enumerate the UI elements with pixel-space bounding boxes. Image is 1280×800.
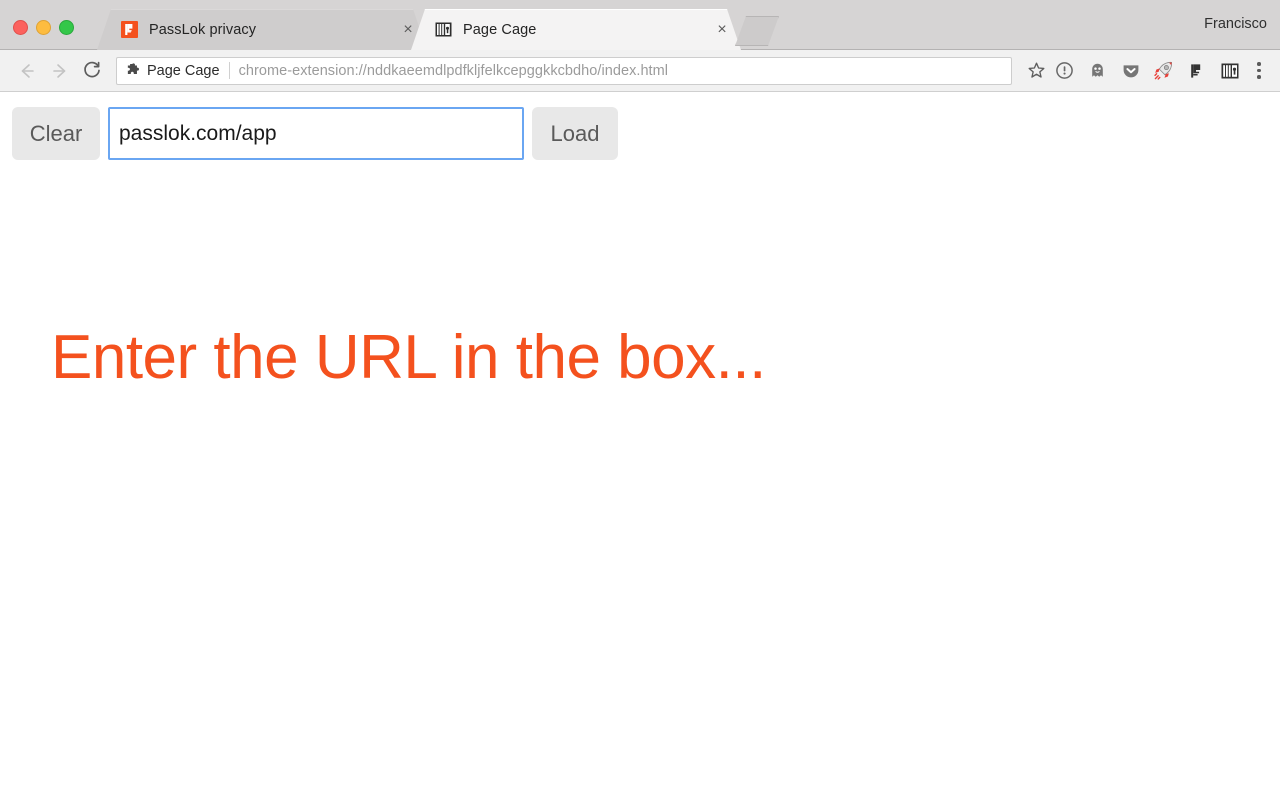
url-controls: Clear Load <box>12 107 618 160</box>
rocket-icon <box>1154 61 1173 80</box>
new-tab-button[interactable] <box>735 16 779 46</box>
info-circle-icon <box>1056 62 1073 79</box>
menu-dot <box>1257 62 1261 66</box>
ghost-icon <box>1092 63 1103 77</box>
tab-close-button[interactable]: × <box>713 21 731 39</box>
menu-dot <box>1257 75 1261 79</box>
pocket-button[interactable] <box>1114 54 1147 87</box>
page-content: Clear Load Enter the URL in the box... <box>0 92 1280 799</box>
tab-close-button[interactable]: × <box>399 21 417 39</box>
tab-passlok-privacy[interactable]: PassLok privacy × <box>97 9 427 50</box>
tab-page-cage[interactable]: Page Cage × <box>411 9 741 50</box>
bookmark-button[interactable] <box>1024 59 1048 83</box>
tab-strip: PassLok privacy × Page Cage × Francisco <box>0 0 1280 50</box>
passlok-p-icon <box>1191 63 1201 78</box>
pocket-icon <box>1123 64 1138 77</box>
close-window-button[interactable] <box>13 20 28 35</box>
reload-button[interactable] <box>76 54 109 87</box>
omnibox-separator <box>228 62 230 79</box>
load-button[interactable]: Load <box>532 107 618 160</box>
menu-dot <box>1257 68 1261 73</box>
back-arrow-icon <box>21 63 34 78</box>
minimize-window-button[interactable] <box>36 20 51 35</box>
extension-toolbar-icons <box>1048 54 1270 87</box>
maximize-window-button[interactable] <box>59 20 74 35</box>
forward-arrow-icon <box>52 63 65 78</box>
page-headline: Enter the URL in the box... <box>51 323 766 392</box>
rocket-button[interactable] <box>1147 54 1180 87</box>
passlok-button[interactable] <box>1180 54 1213 87</box>
page-cage-bars-icon <box>1221 63 1238 78</box>
browser-window: PassLok privacy × Page Cage × Francisco … <box>0 0 1280 800</box>
star-icon <box>1028 62 1044 78</box>
back-button[interactable] <box>10 54 43 87</box>
reload-icon <box>84 61 100 78</box>
window-traffic-lights <box>13 20 74 35</box>
passlok-icon <box>121 21 138 38</box>
browser-toolbar: Page Cage chrome-extension://nddkaeemdlp… <box>0 50 1280 92</box>
page-cage-icon <box>435 22 452 37</box>
profile-name-label[interactable]: Francisco <box>1204 16 1267 32</box>
omnibox-url-text: chrome-extension://nddkaeemdlpdfkljfelkc… <box>238 62 669 79</box>
address-bar[interactable]: Page Cage chrome-extension://nddkaeemdlp… <box>116 56 1012 85</box>
page-cage-button[interactable] <box>1213 54 1246 87</box>
forward-button[interactable] <box>43 54 76 87</box>
omnibox-extension-name: Page Cage <box>147 62 220 79</box>
chrome-menu-button[interactable] <box>1248 54 1270 87</box>
ghostery-button[interactable] <box>1081 54 1114 87</box>
info-circle-button[interactable] <box>1048 54 1081 87</box>
new-tab-shape <box>735 16 779 46</box>
puzzle-piece-icon <box>126 63 141 78</box>
tab-title: Page Cage <box>463 21 537 38</box>
tab-title: PassLok privacy <box>149 21 257 38</box>
url-input[interactable] <box>108 107 524 160</box>
clear-button[interactable]: Clear <box>12 107 100 160</box>
